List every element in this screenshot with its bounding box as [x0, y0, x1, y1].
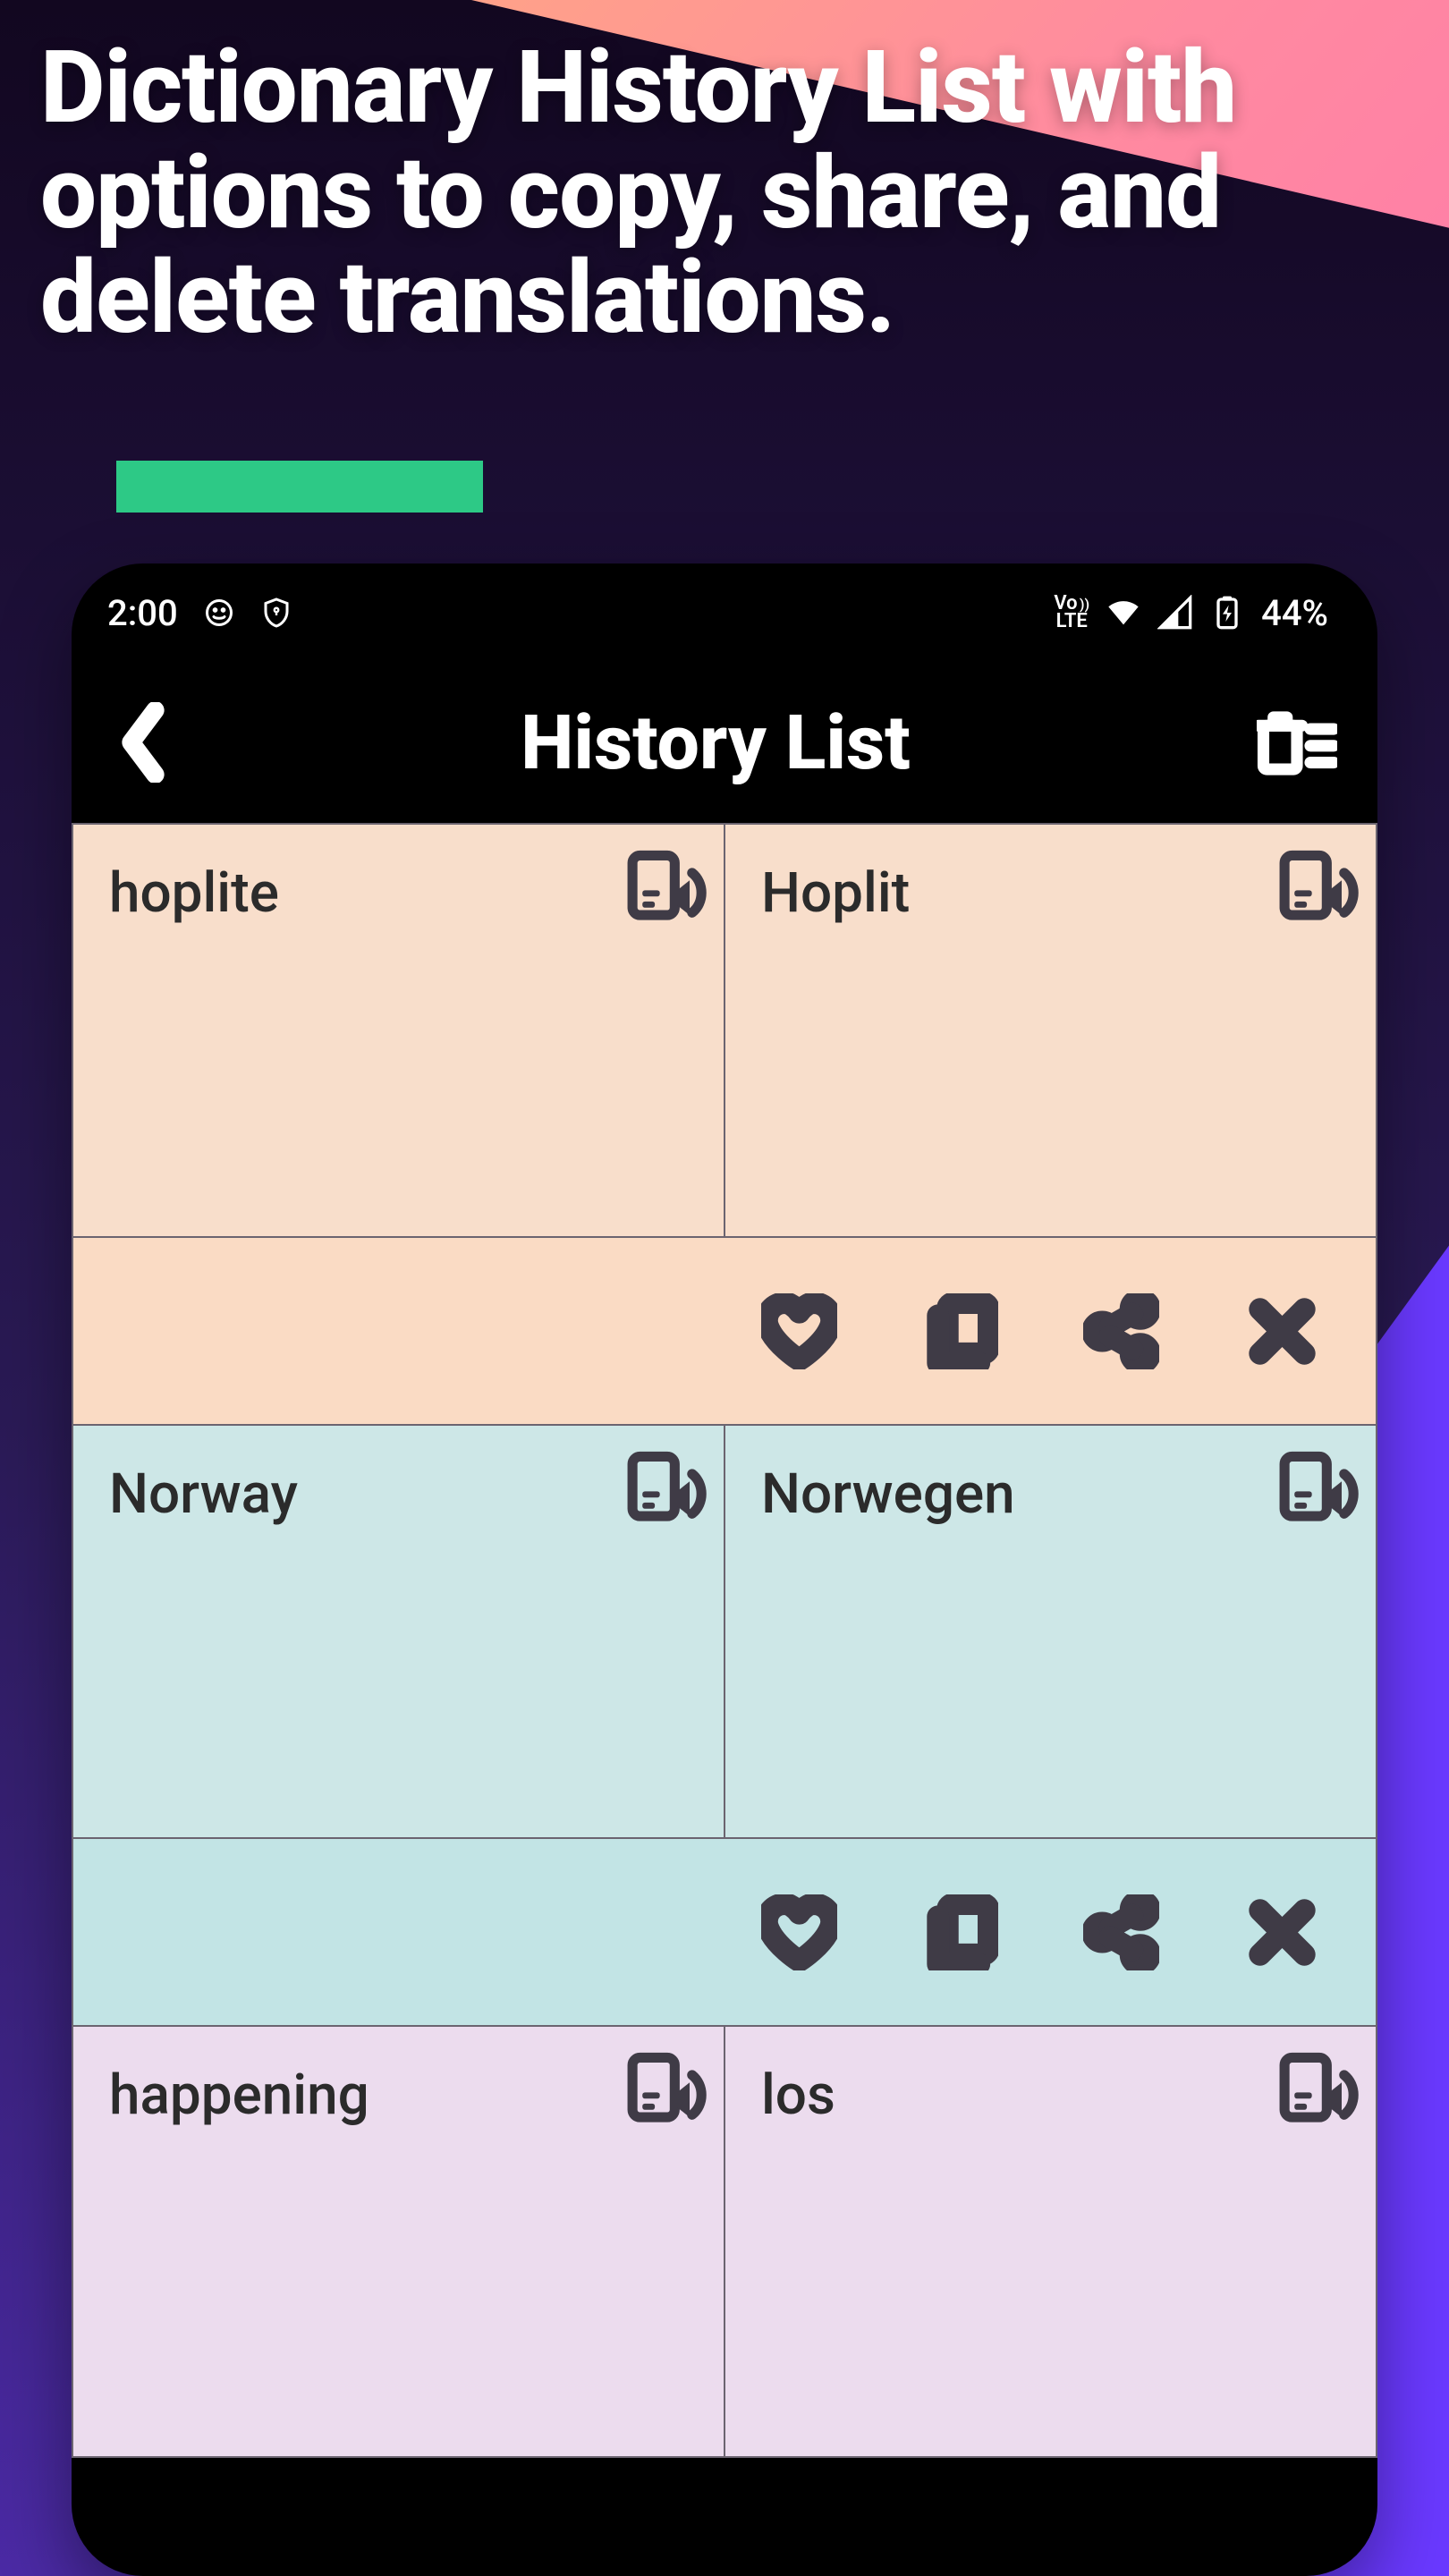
copy-icon [922, 1894, 998, 1970]
share-button[interactable] [1080, 1291, 1161, 1371]
translation-pair[interactable]: happening los [73, 2027, 1376, 2456]
source-cell: Norway [73, 1426, 725, 1837]
history-card: happening los [72, 2025, 1377, 2458]
delete-button[interactable] [1241, 1291, 1322, 1371]
status-time: 2:00 [107, 592, 178, 634]
page-title: History List [179, 699, 1252, 787]
speak-icon [618, 838, 716, 928]
favorite-button[interactable] [758, 1892, 839, 1972]
phone-frame: 2:00 Vo )) LTE 44% History List [72, 564, 1377, 2576]
source-cell: hoplite [73, 825, 725, 1236]
close-icon [1244, 1894, 1320, 1970]
history-card: Norway Norwegen [72, 1424, 1377, 2027]
speak-icon [1270, 1439, 1368, 1529]
chevron-left-icon [116, 702, 170, 783]
card-actions [73, 1236, 1376, 1424]
app-bar: History List [72, 662, 1377, 823]
target-word: Hoplit [761, 860, 1340, 926]
heart-icon [761, 1894, 837, 1970]
speak-button[interactable] [1267, 2036, 1370, 2134]
heart-icon [761, 1293, 837, 1369]
speak-button[interactable] [615, 1435, 718, 1533]
speak-icon [1270, 2040, 1368, 2130]
history-card: hoplite Hoplit [72, 823, 1377, 1426]
wifi-icon [1106, 595, 1141, 631]
status-bar: 2:00 Vo )) LTE 44% [72, 564, 1377, 662]
source-word: Norway [109, 1462, 688, 1527]
target-cell: los [725, 2027, 1376, 2456]
share-icon [1083, 1894, 1159, 1970]
favorite-button[interactable] [758, 1291, 839, 1371]
copy-icon [922, 1293, 998, 1369]
accent-bar [116, 461, 483, 513]
target-word: los [761, 2063, 1340, 2128]
close-icon [1244, 1293, 1320, 1369]
status-shield-icon [260, 597, 292, 629]
speak-icon [1270, 838, 1368, 928]
promo-headline: Dictionary History List with options to … [40, 36, 1377, 352]
target-cell: Hoplit [725, 825, 1376, 1236]
translation-pair[interactable]: hoplite Hoplit [73, 825, 1376, 1236]
status-face-icon [203, 597, 235, 629]
back-button[interactable] [107, 698, 179, 787]
battery-icon [1209, 595, 1245, 631]
status-network-icon: Vo )) LTE [1054, 595, 1089, 631]
card-actions [73, 1837, 1376, 2025]
target-cell: Norwegen [725, 1426, 1376, 1837]
translation-pair[interactable]: Norway Norwegen [73, 1426, 1376, 1837]
speak-button[interactable] [1267, 834, 1370, 932]
target-word: Norwegen [761, 1462, 1340, 1527]
source-word: hoplite [109, 860, 688, 926]
speak-button[interactable] [615, 2036, 718, 2134]
status-battery-text: 44% [1261, 592, 1328, 634]
trash-list-icon [1257, 707, 1337, 778]
speak-icon [618, 2040, 716, 2130]
copy-button[interactable] [919, 1291, 1000, 1371]
delete-button[interactable] [1241, 1892, 1322, 1972]
clear-all-button[interactable] [1252, 707, 1342, 778]
speak-button[interactable] [615, 834, 718, 932]
source-cell: happening [73, 2027, 725, 2456]
speak-icon [618, 1439, 716, 1529]
share-icon [1083, 1293, 1159, 1369]
share-button[interactable] [1080, 1892, 1161, 1972]
source-word: happening [109, 2063, 688, 2128]
speak-button[interactable] [1267, 1435, 1370, 1533]
history-list: hoplite Hoplit Norway Norwegen happening… [72, 823, 1377, 2458]
signal-icon [1157, 595, 1193, 631]
copy-button[interactable] [919, 1892, 1000, 1972]
